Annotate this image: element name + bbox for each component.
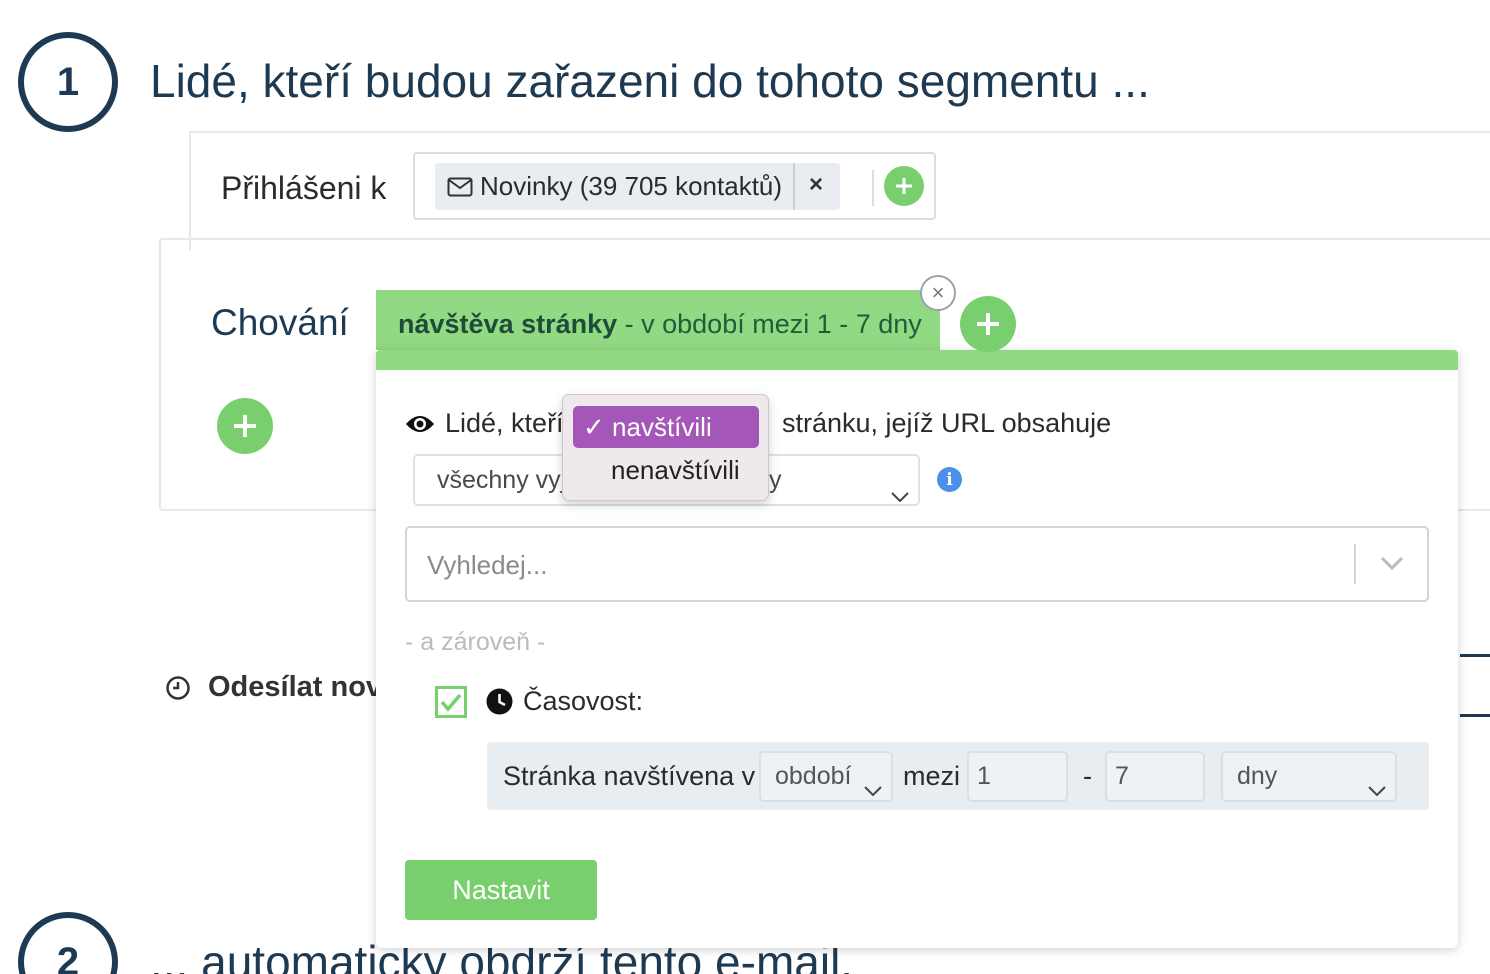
page-visited-label: Stránka navštívena v (503, 761, 756, 791)
check-icon (440, 693, 462, 712)
option-visited[interactable]: ✓ navštívili (573, 406, 759, 448)
plus-icon (977, 313, 999, 335)
divider-line (1460, 714, 1490, 717)
timing-label-text: Časovost: (523, 686, 644, 716)
to-days-input[interactable]: 7 (1105, 751, 1205, 802)
plus-icon (896, 178, 912, 194)
pages-select-value-end: y (769, 466, 782, 494)
behavior-label: Chování (211, 302, 349, 343)
chevron-down-icon[interactable] (1379, 554, 1405, 577)
add-list-button[interactable] (884, 166, 924, 206)
step-1-circle: 1 (18, 32, 118, 132)
chevron-down-icon (890, 472, 910, 504)
add-condition-button[interactable] (960, 296, 1016, 352)
field-divider (872, 170, 874, 206)
tag-divider (793, 163, 795, 210)
search-divider (1354, 544, 1356, 584)
plus-icon (234, 415, 256, 437)
chevron-down-icon (1367, 767, 1387, 814)
period-select[interactable]: období (759, 751, 893, 802)
envelope-icon (447, 177, 473, 197)
range-dash: - (1083, 761, 1092, 791)
search-input[interactable] (427, 546, 1327, 584)
option-visited-label: navštívili (612, 412, 712, 442)
list-tag-label: Novinky (39 705 kontaktů) (480, 171, 783, 201)
url-search-select[interactable] (405, 526, 1429, 602)
step-2-circle: 2 (18, 912, 118, 974)
set-button[interactable]: Nastavit (405, 860, 597, 920)
remove-tag-button[interactable]: × (809, 171, 823, 199)
from-days-input[interactable]: 1 (967, 751, 1068, 802)
step-number: 1 (56, 59, 80, 104)
list-tag: Novinky (39 705 kontaktů) × (435, 163, 840, 210)
clock-icon (165, 675, 191, 701)
close-condition-button[interactable]: × (920, 275, 956, 311)
send-schedule-text: Odesílat nov (208, 671, 383, 703)
and-separator-text: - a zároveň - (405, 628, 546, 656)
panel-top-bar (376, 350, 1458, 370)
period-select-value: období (775, 762, 852, 790)
pages-select-value: všechny vyj (437, 466, 567, 494)
people-suffix-text: stránku, jejíž URL obsahuje (782, 408, 1112, 438)
condition-detail: - v období mezi 1 - 7 dny (617, 309, 922, 339)
close-icon: × (931, 280, 945, 305)
option-not-visited[interactable]: nenavštívili (611, 455, 740, 486)
clock-icon (486, 688, 513, 715)
info-icon[interactable]: i (937, 467, 962, 492)
unit-select[interactable]: dny (1221, 751, 1397, 802)
timing-checkbox[interactable] (435, 686, 467, 718)
subscribed-to-label: Přihlášeni k (221, 170, 387, 206)
people-prefix-text: Lidé, kteří (445, 408, 564, 438)
condition-summary: návštěva stránky - v období mezi 1 - 7 d… (398, 309, 922, 340)
add-behavior-button[interactable] (217, 398, 273, 454)
between-label: mezi (903, 761, 961, 791)
condition-type: návštěva stránky (398, 309, 618, 339)
timing-settings-row: Stránka navštívena v období mezi 1 - 7 d… (487, 742, 1429, 810)
visit-type-dropdown: ✓ navštívili nenavštívili (562, 394, 769, 501)
step-1-title: Lidé, kteří budou zařazeni do tohoto seg… (150, 55, 1150, 107)
chevron-down-icon (863, 767, 883, 814)
people-condition-line: Lidé, kteří (405, 408, 564, 439)
send-schedule-line: Odesílat nov (165, 671, 382, 704)
timing-label: Časovost: (486, 686, 643, 717)
divider-line (1460, 654, 1490, 657)
info-glyph: i (946, 469, 953, 490)
unit-select-value: dny (1237, 762, 1278, 790)
checkmark-icon: ✓ (583, 412, 605, 442)
eye-icon (405, 413, 435, 435)
step-number: 2 (56, 939, 80, 974)
